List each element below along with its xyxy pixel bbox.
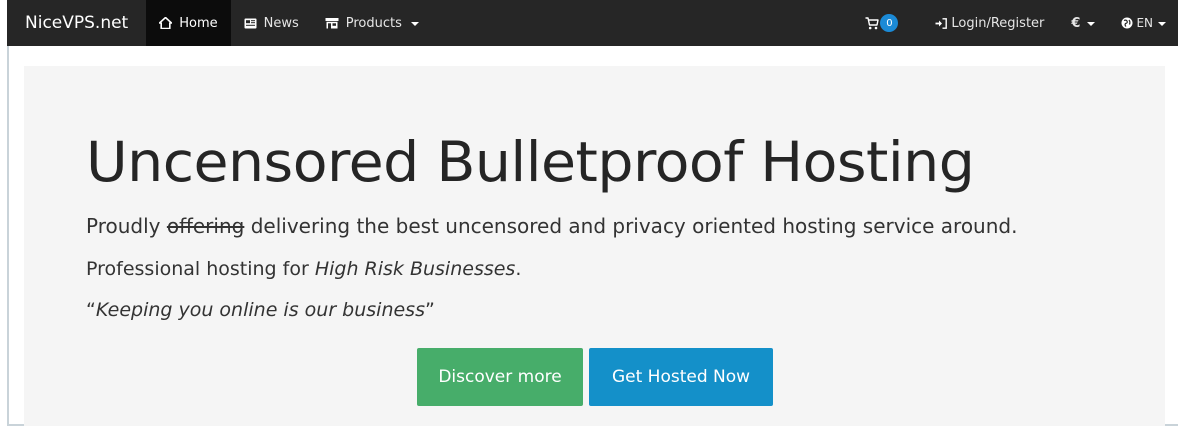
hero-title: Uncensored Bulletproof Hosting <box>86 130 975 194</box>
currency-dropdown[interactable]: € <box>1057 0 1109 46</box>
hero-subtitle: Professional hosting for High Risk Busin… <box>86 258 521 280</box>
hero-quote: “Keeping you online is our business” <box>86 299 435 321</box>
navbar-right: 0 Login/Register € EN <box>852 0 1178 46</box>
cart-button[interactable]: 0 <box>852 0 922 46</box>
nav-products-label: Products <box>345 15 402 31</box>
subtitle-suffix: . <box>515 258 522 280</box>
nav-products[interactable]: Products <box>312 0 432 46</box>
chevron-down-icon <box>1087 22 1096 26</box>
login-register-label: Login/Register <box>951 15 1045 31</box>
hero-section: Uncensored Bulletproof Hosting Proudly o… <box>24 66 1165 426</box>
store-icon <box>325 17 339 29</box>
discover-more-button[interactable]: Discover more <box>417 348 583 406</box>
login-register-link[interactable]: Login/Register <box>922 0 1057 46</box>
brand-link[interactable]: NiceVPS.net <box>7 0 146 46</box>
subtitle-emphasis: High Risk Businesses <box>314 258 516 280</box>
nav-home-label: Home <box>179 15 218 31</box>
home-icon <box>159 17 173 29</box>
hero-tagline: Proudly offering delivering the best unc… <box>86 214 1017 238</box>
subtitle-prefix: Professional hosting for <box>86 258 315 280</box>
chevron-down-icon <box>410 22 419 26</box>
chevron-down-icon <box>1158 22 1166 26</box>
nav-news-label: News <box>263 15 299 31</box>
quote-open: “ <box>86 299 96 321</box>
currency-label: € <box>1071 15 1081 31</box>
tagline-struck-word: offering <box>166 214 245 238</box>
language-label: EN <box>1136 16 1153 30</box>
language-dropdown[interactable]: EN <box>1109 0 1178 46</box>
top-navbar: NiceVPS.net Home News Products 0 Login/R… <box>7 0 1178 46</box>
tagline-rest: delivering the best uncensored and priva… <box>244 214 1018 238</box>
newspaper-icon <box>244 18 257 29</box>
globe-icon <box>1121 17 1133 29</box>
cart-icon <box>865 16 880 30</box>
quote-close: ” <box>424 299 435 321</box>
quote-text: Keeping you online is our business <box>95 299 425 321</box>
nav-news[interactable]: News <box>231 0 312 46</box>
sign-in-icon <box>935 17 948 29</box>
nav-home[interactable]: Home <box>146 0 231 46</box>
get-hosted-now-button[interactable]: Get Hosted Now <box>589 348 773 406</box>
cart-count-badge: 0 <box>880 14 899 32</box>
tagline-prefix: Proudly <box>86 214 167 238</box>
